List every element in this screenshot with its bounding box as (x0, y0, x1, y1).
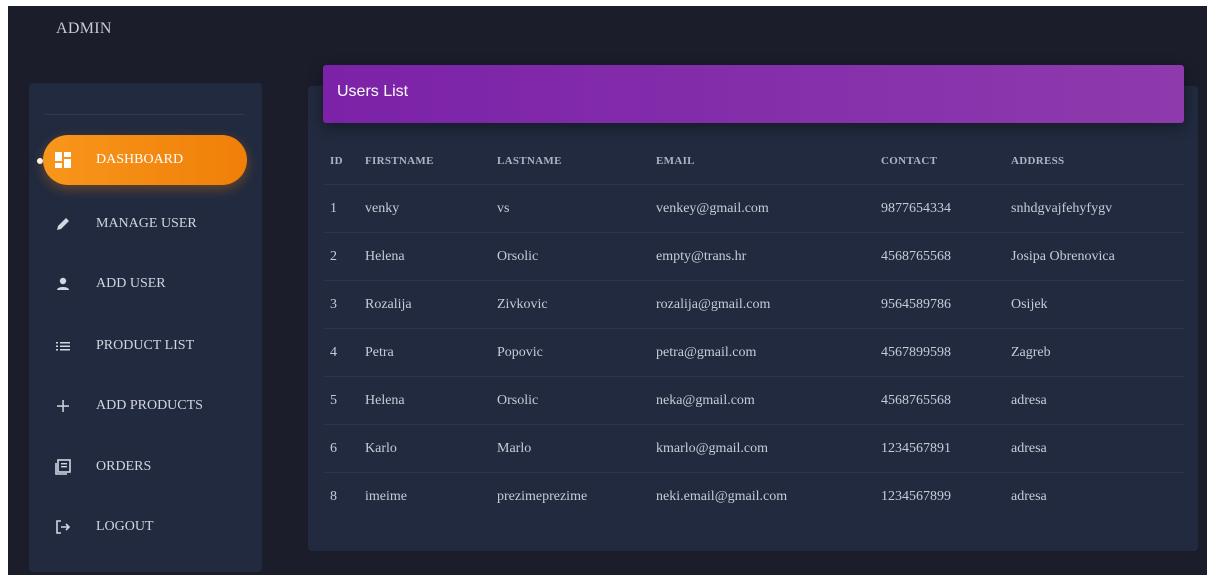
sidebar-item-label: ORDERS (96, 459, 152, 474)
table-row: 1 venky vs venkey@gmail.com 9877654334 s… (324, 184, 1184, 233)
sidebar-item-label: PRODUCT LIST (96, 338, 195, 353)
cell-lastname: vs (496, 184, 655, 233)
cell-id: 8 (330, 488, 337, 504)
cell-contact: 1234567899 (881, 488, 951, 504)
cell-email: neka@gmail.com (655, 376, 880, 425)
column-header-id: ID (324, 138, 364, 185)
sidebar-item-dashboard[interactable]: DASHBOARD (43, 135, 247, 185)
cell-id: 4 (324, 328, 364, 377)
cell-email: rozalija@gmail.com (655, 280, 880, 329)
sidebar-divider (45, 114, 245, 115)
cell-email: empty@trans.hr (655, 232, 880, 281)
cell-email: neki.email@gmail.com (656, 488, 788, 504)
cell-contact: 4568765568 (880, 376, 1010, 425)
cell-email: kmarlo@gmail.com (655, 424, 880, 473)
cell-address: Josipa Obrenovica (1010, 232, 1184, 281)
sidebar-item-add-products[interactable]: ADD PRODUCTS (43, 381, 247, 431)
column-header-email: EMAIL (655, 138, 880, 185)
cell-email: venkey@gmail.com (655, 184, 880, 233)
sidebar: DASHBOARD MANAGE USER ADD USER PRODUCT L… (29, 83, 262, 572)
column-header-address: ADDRESS (1010, 138, 1184, 185)
sidebar-item-logout[interactable]: LOGOUT (43, 502, 247, 552)
sidebar-item-orders[interactable]: ORDERS (43, 442, 247, 492)
sidebar-item-label: ADD PRODUCTS (96, 398, 203, 413)
users-table: ID FIRSTNAME LASTNAME EMAIL CONTACT ADDR… (324, 138, 1184, 520)
cell-lastname: prezimeprezime (497, 488, 588, 504)
cell-firstname: venky (364, 184, 496, 233)
sidebar-item-label: LOGOUT (96, 519, 154, 534)
card-title: Users List (337, 83, 409, 100)
cell-address: adresa (1010, 376, 1184, 425)
cell-address: adresa (1011, 488, 1047, 504)
table-row: 6 Karlo Marlo kmarlo@gmail.com 123456789… (324, 424, 1184, 473)
sidebar-item-label: DASHBOARD (96, 152, 184, 167)
cell-id: 1 (324, 184, 364, 233)
cell-id: 5 (324, 376, 364, 425)
cell-email: petra@gmail.com (655, 328, 880, 377)
column-header-lastname: LASTNAME (496, 138, 655, 185)
column-header-firstname: FIRSTNAME (364, 138, 496, 185)
cell-firstname: Helena (364, 376, 496, 425)
cell-lastname: Popovic (496, 328, 655, 377)
cell-lastname: Orsolic (496, 232, 655, 281)
plus-icon (53, 396, 73, 416)
sidebar-item-product-list[interactable]: PRODUCT LIST (43, 321, 247, 371)
cell-firstname: imeime (365, 488, 407, 504)
table-row: 8 imeime prezimeprezime neki.email@gmail… (324, 473, 1184, 521)
sidebar-item-manage-user[interactable]: MANAGE USER (43, 199, 247, 249)
logout-icon (53, 517, 73, 537)
table-row: 4 Petra Popovic petra@gmail.com 45678995… (324, 328, 1184, 377)
cell-contact: 1234567891 (880, 424, 1010, 473)
cell-contact: 9564589786 (880, 280, 1010, 329)
cell-id: 6 (324, 424, 364, 473)
table-row: 3 Rozalija Zivkovic rozalija@gmail.com 9… (324, 280, 1184, 329)
card-header: Users List (323, 65, 1184, 123)
brand-title: ADMIN (56, 20, 112, 37)
person-icon (53, 274, 73, 294)
cell-firstname: Karlo (364, 424, 496, 473)
orders-icon (53, 457, 73, 477)
column-header-contact: CONTACT (880, 138, 1010, 185)
dashboard-icon (53, 150, 73, 170)
table-row: 2 Helena Orsolic empty@trans.hr 45687655… (324, 232, 1184, 281)
cell-firstname: Rozalija (364, 280, 496, 329)
list-icon (53, 336, 73, 356)
table-row: 5 Helena Orsolic neka@gmail.com 45687655… (324, 376, 1184, 425)
cell-lastname: Marlo (496, 424, 655, 473)
cell-firstname: Helena (364, 232, 496, 281)
cell-address: adresa (1010, 424, 1184, 473)
sidebar-item-add-user[interactable]: ADD USER (43, 259, 247, 309)
app-window: ADMIN DASHBOARD MANAGE USER ADD USER PRO… (8, 6, 1207, 575)
cell-lastname: Orsolic (496, 376, 655, 425)
sidebar-item-label: MANAGE USER (96, 216, 197, 231)
cell-firstname: Petra (364, 328, 496, 377)
cell-id: 3 (324, 280, 364, 329)
pencil-icon (53, 214, 73, 234)
cell-lastname: Zivkovic (496, 280, 655, 329)
cell-contact: 4568765568 (880, 232, 1010, 281)
cell-address: snhdgvajfehyfygv (1010, 184, 1184, 233)
cell-address: Osijek (1010, 280, 1184, 329)
cell-contact: 4567899598 (880, 328, 1010, 377)
cell-contact: 9877654334 (880, 184, 1010, 233)
sidebar-item-label: ADD USER (96, 276, 166, 291)
cell-id: 2 (324, 232, 364, 281)
table-header-row: ID FIRSTNAME LASTNAME EMAIL CONTACT ADDR… (324, 138, 1184, 185)
cell-address: Zagreb (1010, 328, 1184, 377)
